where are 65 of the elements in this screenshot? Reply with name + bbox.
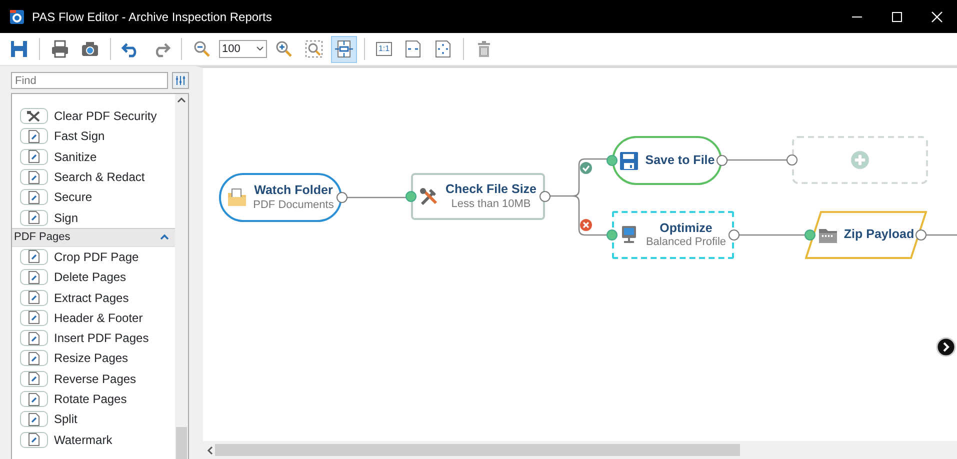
close-icon[interactable] xyxy=(931,10,943,22)
tool-item[interactable]: Clear PDF Security xyxy=(54,107,157,126)
output-port[interactable] xyxy=(336,192,348,203)
search-field[interactable]: Find xyxy=(11,72,168,89)
window-title: PAS Flow Editor - Archive Inspection Reports xyxy=(32,8,272,26)
tool-item[interactable]: Search & Redact xyxy=(54,168,145,186)
tool-item[interactable]: Sign xyxy=(54,208,78,227)
output-port[interactable] xyxy=(540,191,550,202)
node-title: Check File Size xyxy=(445,182,536,198)
maximize-icon[interactable] xyxy=(891,10,903,22)
zoom-area-icon[interactable] xyxy=(304,39,324,59)
node-subtitle: PDF Documents xyxy=(253,198,334,212)
node-subtitle: Less than 10MB xyxy=(450,198,532,211)
tool-item[interactable]: Rotate Pages xyxy=(54,390,127,408)
camera-icon[interactable] xyxy=(80,39,100,59)
success-icon xyxy=(580,162,592,174)
folder-icon xyxy=(227,188,248,208)
workflow-node[interactable]: Save to File xyxy=(612,136,722,185)
zoom-dropdown[interactable]: 100 xyxy=(219,40,267,58)
output-port[interactable] xyxy=(786,154,798,166)
tool-item[interactable]: Sanitize xyxy=(54,148,97,166)
input-port[interactable] xyxy=(406,191,416,202)
tool-item[interactable]: Resize Pages xyxy=(54,349,128,368)
input-port[interactable] xyxy=(606,155,618,166)
collapse-caret-icon[interactable] xyxy=(160,234,170,240)
scroll-left-icon[interactable] xyxy=(207,446,213,454)
workflow-node[interactable]: Check File Size Less than 10MB xyxy=(411,173,545,220)
workflow-node[interactable]: Optimize Balanced Profile xyxy=(612,211,734,259)
tool-item[interactable]: Watermark xyxy=(54,430,112,449)
failure-icon xyxy=(580,219,592,231)
tool-item[interactable]: Fast Sign xyxy=(54,127,105,146)
node-title: Watch Folder xyxy=(253,183,334,199)
node-subtitle: Balanced Profile xyxy=(646,236,726,250)
input-port[interactable] xyxy=(804,230,816,240)
tool-item[interactable]: Reverse Pages xyxy=(54,370,136,388)
tool-item[interactable]: Extract Pages xyxy=(54,288,129,307)
tool-item[interactable]: Insert PDF Pages xyxy=(54,329,149,348)
output-port[interactable] xyxy=(716,155,728,166)
input-port[interactable] xyxy=(606,230,618,240)
node-title: Optimize xyxy=(658,220,714,236)
zoom-in-icon[interactable] xyxy=(274,39,294,59)
scrollbar-thumb[interactable] xyxy=(176,427,188,459)
workflow-node[interactable]: Watch Folder PDF Documents xyxy=(219,173,342,222)
fit-page-icon[interactable] xyxy=(334,39,354,59)
output-port[interactable] xyxy=(728,230,740,240)
scroll-up-icon[interactable] xyxy=(177,97,186,103)
zoom-out-icon[interactable] xyxy=(192,39,212,59)
actual-size-button[interactable]: 1:1 xyxy=(372,36,396,62)
filter-icon[interactable] xyxy=(175,75,186,86)
scrollbar-thumb[interactable] xyxy=(215,444,740,456)
tool-item[interactable]: Delete Pages xyxy=(54,268,126,286)
app-logo-icon xyxy=(10,10,24,24)
chevron-down-icon xyxy=(256,46,264,52)
output-port[interactable] xyxy=(916,230,926,240)
tool-item[interactable]: Secure xyxy=(54,188,92,206)
tool-item[interactable]: Split xyxy=(54,410,78,428)
printer-icon[interactable] xyxy=(50,39,70,59)
node-title: Zip Payload xyxy=(844,227,914,243)
empty-node-slot[interactable] xyxy=(792,136,928,184)
workflow-node[interactable]: Zip Payload xyxy=(805,211,927,259)
tool-item[interactable]: Crop PDF Page xyxy=(54,248,139,266)
tool-item[interactable]: Header & Footer xyxy=(54,308,143,327)
node-title: Save to File xyxy=(645,152,715,168)
fit-width-icon[interactable] xyxy=(403,39,423,59)
fit-all-icon[interactable] xyxy=(433,39,453,59)
